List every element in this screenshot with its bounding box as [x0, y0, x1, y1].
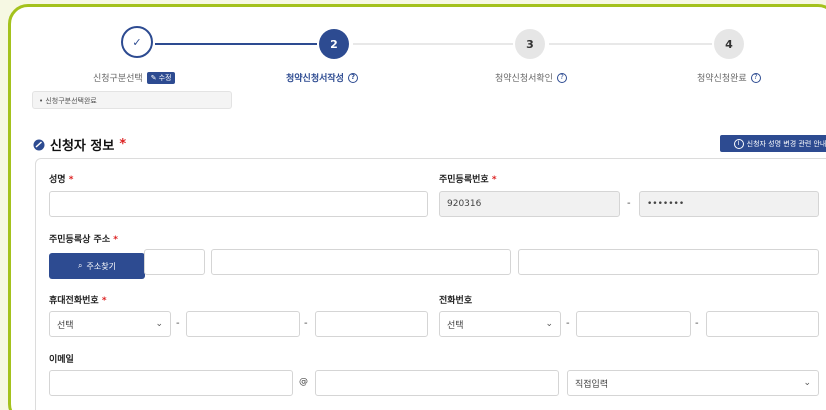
email-domain-select[interactable]: 직접입력 ⌄: [567, 370, 819, 396]
email-at-sign: @: [299, 377, 308, 387]
step-4-label: 청약신청완료 ?: [697, 71, 761, 84]
search-button-label: 주소찾기: [86, 261, 116, 271]
label-text: 휴대전화번호: [49, 296, 99, 306]
step-label-text: 청약신청완료: [697, 74, 747, 84]
mobile-last-input[interactable]: [315, 311, 428, 337]
info-icon: i: [733, 138, 744, 149]
step-label-text: 신청구분선택: [93, 74, 143, 84]
required-mark: *: [68, 175, 74, 185]
help-icon[interactable]: ?: [347, 72, 358, 83]
stepper: ✓ 2 3 4 신청구분선택 ✎ 수정 청약신청서작성 ? 청약신청서확인 ? …: [11, 7, 826, 97]
section-title: 신청자 정보 *: [33, 135, 126, 154]
phone-label: 전화번호: [439, 296, 473, 306]
required-mark: *: [119, 137, 127, 152]
email-local-input[interactable]: [49, 370, 293, 396]
step-3-label: 청약신청서확인 ?: [495, 71, 567, 84]
selection-summary-tag: • 신청구분선택완료: [32, 91, 232, 109]
required-mark: *: [101, 296, 107, 306]
search-icon: ⌕: [78, 261, 83, 270]
address-detail-input[interactable]: [518, 249, 819, 275]
step-1-circle: ✓: [121, 26, 153, 58]
chevron-down-icon: ⌄: [803, 378, 811, 388]
step-2-circle: 2: [319, 29, 349, 59]
address-input[interactable]: [211, 249, 511, 275]
select-value: 선택: [57, 320, 74, 331]
edit-button[interactable]: ✎ 수정: [146, 71, 176, 84]
name-label: 성명 *: [49, 172, 73, 185]
section-title-text: 신청자 정보: [50, 139, 115, 154]
phone-separator: -: [566, 318, 570, 329]
email-domain-input[interactable]: [315, 370, 559, 396]
help-icon[interactable]: ?: [750, 72, 761, 83]
select-value: 직접입력: [575, 379, 609, 390]
notice-button-label: 신청자 성명 변경 관련 안내: [746, 139, 826, 148]
mobile-separator: -: [304, 318, 308, 329]
step-1-label: 신청구분선택 ✎ 수정: [93, 71, 176, 84]
mobile-label: 휴대전화번호 *: [49, 293, 107, 306]
address-search-button[interactable]: ⌕ 주소찾기: [49, 253, 145, 279]
rrn-label: 주민등록번호 *: [439, 172, 497, 185]
chevron-down-icon: ⌄: [545, 319, 553, 329]
phone-prefix-select[interactable]: 선택 ⌄: [439, 311, 561, 337]
page-frame: ✓ 2 3 4 신청구분선택 ✎ 수정 청약신청서작성 ? 청약신청서확인 ? …: [8, 4, 826, 410]
mobile-separator: -: [176, 318, 180, 329]
check-icon: ✓: [132, 35, 142, 49]
zipcode-input[interactable]: [144, 249, 205, 275]
leaf-icon: [33, 139, 45, 150]
edit-label: 수정: [158, 73, 172, 82]
step-connector: [549, 43, 712, 45]
chevron-down-icon: ⌄: [155, 319, 163, 329]
label-text: 주민등록상 주소: [49, 235, 111, 245]
rrn-back-input[interactable]: •••••••: [639, 191, 819, 217]
mobile-middle-input[interactable]: [186, 311, 300, 337]
name-input[interactable]: [49, 191, 428, 217]
step-connector: [353, 43, 513, 45]
name-change-notice-button[interactable]: i 신청자 성명 변경 관련 안내: [720, 135, 826, 152]
address-label: 주민등록상 주소 *: [49, 232, 118, 245]
select-value: 선택: [447, 320, 464, 331]
step-3-circle: 3: [515, 29, 545, 59]
step-2-label: 청약신청서작성 ?: [286, 71, 358, 84]
label-text: 성명: [49, 175, 66, 185]
pencil-icon: ✎: [150, 73, 157, 82]
help-icon[interactable]: ?: [556, 72, 567, 83]
rrn-front-input[interactable]: 920316: [439, 191, 620, 217]
step-label-text: 청약신청서확인: [495, 74, 553, 84]
phone-last-input[interactable]: [706, 311, 819, 337]
rrn-separator: -: [627, 198, 631, 209]
step-connector: [155, 43, 317, 45]
step-4-circle: 4: [714, 29, 744, 59]
phone-middle-input[interactable]: [576, 311, 691, 337]
label-text: 주민등록번호: [439, 175, 489, 185]
required-mark: *: [491, 175, 497, 185]
mobile-prefix-select[interactable]: 선택 ⌄: [49, 311, 171, 337]
step-label-text: 청약신청서작성: [286, 74, 344, 84]
phone-separator: -: [695, 318, 699, 329]
email-label: 이메일: [49, 355, 74, 365]
required-mark: *: [113, 235, 118, 245]
